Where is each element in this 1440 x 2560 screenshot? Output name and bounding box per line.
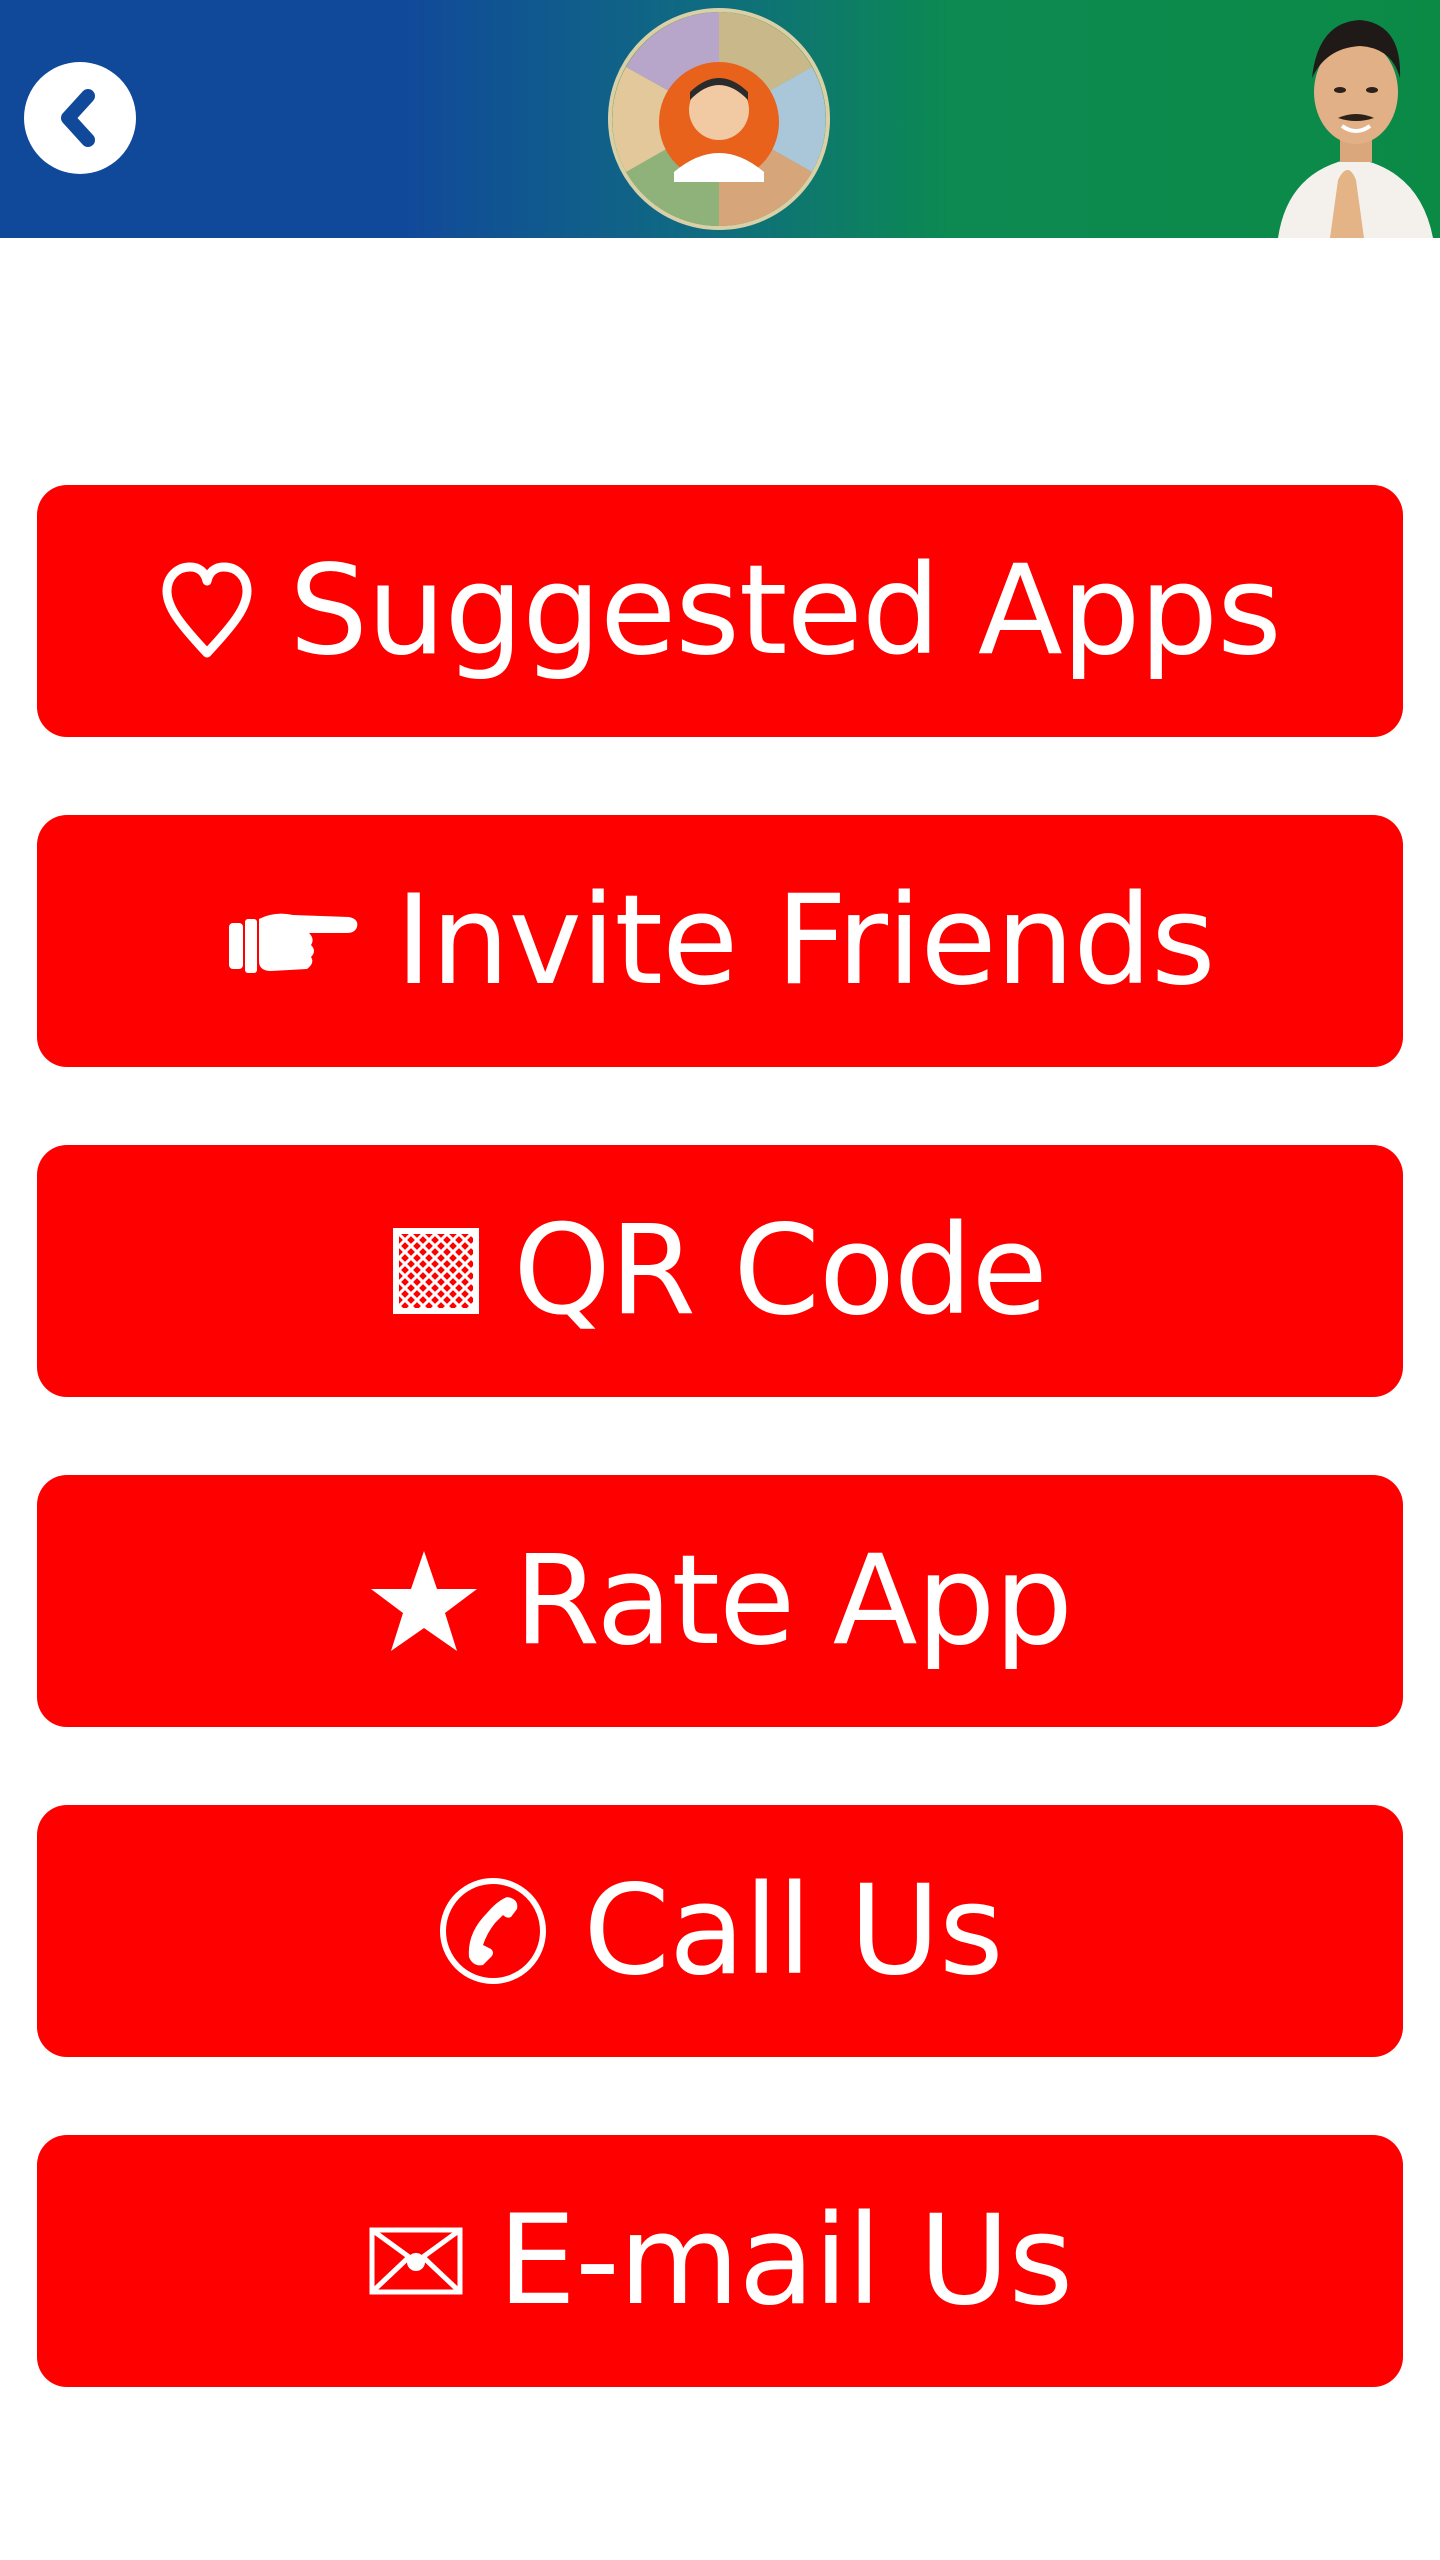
rate-app-label: Rate App (514, 1529, 1073, 1673)
chevron-left-icon (61, 89, 95, 147)
rate-app-button[interactable]: Rate App (37, 1475, 1403, 1727)
suggested-apps-label: Suggested Apps (289, 539, 1282, 683)
phone-circle-icon (437, 1875, 549, 1987)
pointing-hand-icon (225, 901, 361, 981)
party-emblem-logo (608, 8, 830, 230)
invite-friends-button[interactable]: Invite Friends (37, 815, 1403, 1067)
app-header (0, 0, 1440, 238)
back-button[interactable] (24, 62, 136, 174)
star-icon (368, 1547, 480, 1655)
qr-code-icon (393, 1228, 480, 1314)
qr-code-button[interactable]: QR Code (37, 1145, 1403, 1397)
menu-list: Suggested Apps Invite Friends QR Code Ra… (37, 485, 1403, 2465)
call-us-label: Call Us (583, 1859, 1003, 2003)
suggested-apps-button[interactable]: Suggested Apps (37, 485, 1403, 737)
qr-code-label: QR Code (513, 1199, 1048, 1343)
heart-outline-icon (159, 559, 255, 663)
envelope-icon (368, 2226, 464, 2296)
email-us-label: E-mail Us (497, 2189, 1074, 2333)
call-us-button[interactable]: Call Us (37, 1805, 1403, 2057)
leader-portrait-image (1268, 0, 1440, 238)
email-us-button[interactable]: E-mail Us (37, 2135, 1403, 2387)
invite-friends-label: Invite Friends (395, 869, 1215, 1013)
